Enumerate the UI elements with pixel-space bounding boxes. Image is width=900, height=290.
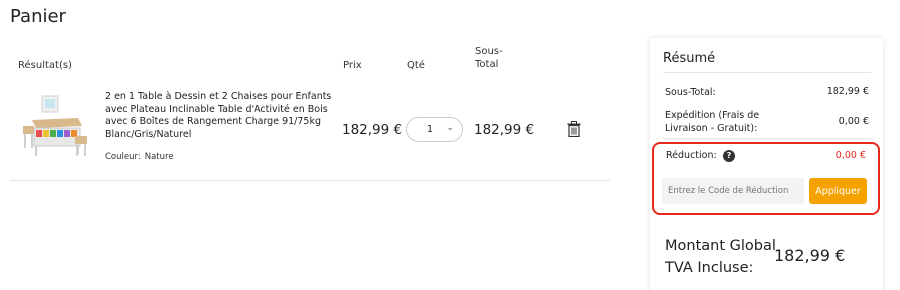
total-label: Montant Global TVA Incluse: (665, 235, 776, 279)
column-header-result: Résultat(s) (18, 60, 72, 71)
column-header-subtotal-line2: Total (475, 59, 499, 70)
product-color-value: Nature (144, 152, 174, 162)
column-header-price: Prix (343, 60, 362, 71)
product-color: Couleur: Nature (105, 152, 174, 162)
product-image[interactable] (20, 92, 90, 162)
product-color-label: Couleur: (105, 152, 141, 162)
quantity-value: 1 (427, 124, 434, 135)
summary-divider (663, 138, 871, 139)
shipping-label: Expédition (Frais de Livraison - Gratuit… (665, 110, 760, 134)
page-title: Panier (10, 6, 66, 27)
row-subtotal: 182,99 € (474, 122, 535, 138)
chevron-down-icon: ⌄ (446, 123, 454, 133)
column-header-subtotal-line1: Sous- (475, 46, 503, 57)
column-header-subtotal: Sous- Total (475, 45, 515, 71)
summary-divider (663, 72, 871, 73)
subtotal-value: 182,99 € (826, 86, 869, 97)
summary-title: Résumé (663, 51, 716, 66)
shipping-value: 0,00 € (838, 116, 869, 127)
discount-section: Réduction: ? 0,00 € Appliquer (652, 142, 880, 215)
apply-button[interactable]: Appliquer (809, 178, 867, 204)
discount-code-input[interactable] (662, 178, 804, 204)
discount-label: Réduction: (666, 150, 717, 161)
discount-value: 0,00 € (835, 150, 866, 161)
total-label-line1: Montant Global (665, 238, 776, 254)
product-name[interactable]: 2 en 1 Table à Dessin et 2 Chaises pour … (105, 91, 345, 141)
total-value: 182,99 € (774, 246, 846, 265)
subtotal-label: Sous-Total: (665, 87, 716, 98)
product-price: 182,99 € (342, 122, 403, 138)
help-icon[interactable]: ? (723, 150, 735, 162)
row-divider (10, 180, 610, 181)
column-header-qty: Qté (407, 60, 425, 71)
total-label-line2: TVA Incluse: (665, 260, 754, 276)
trash-icon[interactable] (567, 121, 581, 137)
quantity-select[interactable]: 1 ⌄ (406, 117, 463, 142)
